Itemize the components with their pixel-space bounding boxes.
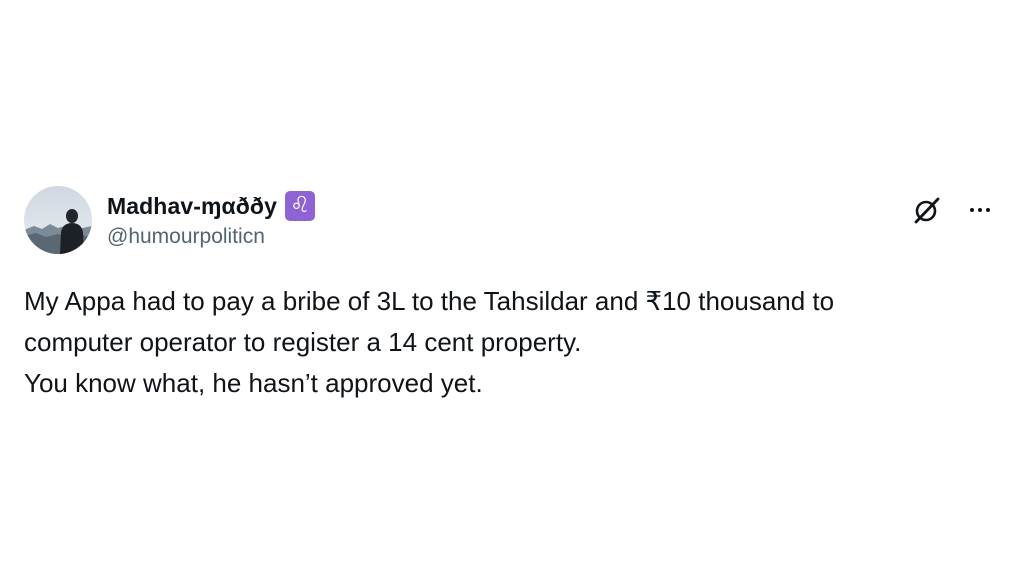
avatar-image — [24, 186, 92, 254]
author-display-name[interactable]: Madhav-ɱαððу — [107, 193, 277, 220]
tweet-text: My Appa had to pay a bribe of 3L to the … — [24, 281, 994, 404]
more-options-icon[interactable] — [963, 193, 997, 227]
dot-icon — [970, 208, 974, 212]
tweet-text-line: You know what, he hasn’t approved yet. — [24, 368, 483, 398]
tweet-text-line: My Appa had to pay a bribe of 3L to the … — [24, 286, 835, 316]
author-handle[interactable]: @humourpoliticn — [107, 225, 265, 249]
leo-zodiac-icon: ♌ — [284, 191, 315, 221]
author-row: Madhav-ɱαððу ♌ — [107, 189, 315, 223]
dot-icon — [986, 208, 990, 212]
avatar[interactable] — [24, 186, 92, 254]
grok-icon[interactable] — [910, 193, 944, 227]
dot-icon — [978, 208, 982, 212]
tweet-card: Madhav-ɱαððу ♌ @humourpoliticn My Appa h… — [0, 0, 1024, 576]
tweet-text-line: computer operator to register a 14 cent … — [24, 327, 582, 357]
